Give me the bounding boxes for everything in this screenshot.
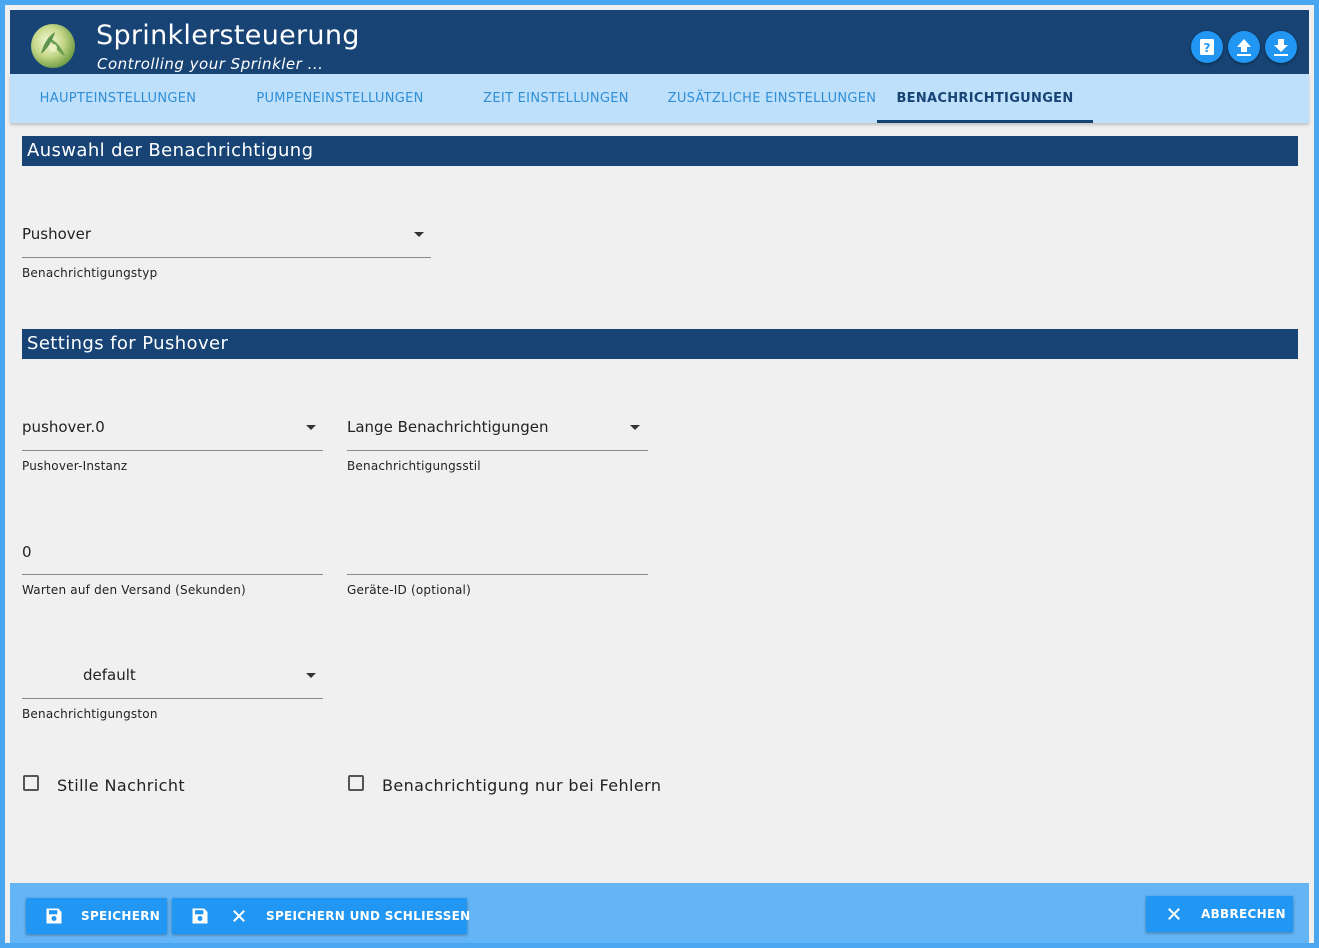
save-and-close-label: SPEICHERN UND SCHLIESSEN	[266, 909, 471, 923]
cancel-button-label: ABBRECHEN	[1201, 907, 1286, 921]
chevron-down-icon	[306, 673, 316, 678]
floppy-disk-icon	[192, 908, 208, 924]
tab-pumpeneinstellungen[interactable]: PUMPENEINSTELLUNGEN	[232, 74, 448, 123]
svg-text:?: ?	[1204, 41, 1211, 55]
close-icon	[1168, 908, 1180, 920]
section-pushover-settings-title: Settings for Pushover	[22, 329, 1298, 359]
download-button[interactable]	[1265, 31, 1297, 63]
tab-benachrichtigungen[interactable]: BENACHRICHTIGUNGEN	[877, 74, 1093, 123]
field-underline	[347, 574, 648, 575]
save-button[interactable]: SPEICHERN	[26, 898, 167, 934]
field-underline	[22, 257, 431, 258]
app-subtitle: Controlling your Sprinkler ...	[97, 55, 324, 73]
notification-sound-select[interactable]: default Benachrichtigungston	[22, 666, 323, 726]
field-underline	[347, 450, 648, 451]
device-id-label: Geräte-ID (optional)	[347, 583, 471, 597]
tab-zeit-einstellungen[interactable]: ZEIT EINSTELLUNGEN	[448, 74, 664, 123]
tab-bar: HAUPTEINSTELLUNGEN PUMPENEINSTELLUNGEN Z…	[10, 74, 1309, 123]
notification-type-label: Benachrichtigungstyp	[22, 266, 158, 280]
tab-haupteinstellungen[interactable]: HAUPTEINSTELLUNGEN	[20, 74, 216, 123]
field-underline	[22, 574, 323, 575]
download-icon	[1274, 39, 1288, 56]
notification-sound-value: default	[83, 666, 136, 684]
save-button-label: SPEICHERN	[81, 909, 161, 923]
send-delay-input[interactable]: 0 Warten auf den Versand (Sekunden)	[22, 543, 323, 603]
notification-sound-label: Benachrichtigungston	[22, 707, 158, 721]
dialog-frame: Sprinklersteuerung Controlling your Spri…	[5, 5, 1314, 943]
upload-icon	[1237, 39, 1251, 56]
active-tab-indicator	[877, 120, 1093, 123]
chevron-down-icon	[306, 425, 316, 430]
floppy-disk-icon	[46, 908, 62, 924]
dialog-footer: SPEICHERN SPEICHERN UND SCHLIESSEN ABBRE…	[10, 883, 1309, 943]
save-and-close-button[interactable]: SPEICHERN UND SCHLIESSEN	[172, 898, 470, 934]
chevron-down-icon	[414, 232, 424, 237]
upload-button[interactable]	[1228, 31, 1260, 63]
field-underline	[22, 698, 323, 699]
pushover-instance-value: pushover.0	[22, 418, 105, 436]
notification-style-value: Lange Benachrichtigungen	[347, 418, 549, 436]
send-delay-label: Warten auf den Versand (Sekunden)	[22, 583, 246, 597]
chevron-down-icon	[630, 425, 640, 430]
help-button[interactable]: ?	[1191, 31, 1223, 63]
send-delay-value: 0	[22, 543, 32, 561]
help-book-icon: ?	[1200, 39, 1214, 55]
cancel-button[interactable]: ABBRECHEN	[1146, 896, 1293, 932]
silent-message-checkbox[interactable]	[23, 775, 39, 791]
sprinkler-logo	[31, 24, 75, 68]
app-header: Sprinklersteuerung Controlling your Spri…	[10, 10, 1309, 79]
errors-only-checkbox[interactable]	[348, 775, 364, 791]
pushover-instance-label: Pushover-Instanz	[22, 459, 128, 473]
pushover-instance-select[interactable]: pushover.0 Pushover-Instanz	[22, 418, 323, 478]
errors-only-label[interactable]: Benachrichtigung nur bei Fehlern	[382, 776, 661, 795]
notification-style-label: Benachrichtigungsstil	[347, 459, 481, 473]
notification-style-select[interactable]: Lange Benachrichtigungen Benachrichtigun…	[347, 418, 648, 478]
tab-zusaetzliche-einstellungen[interactable]: ZUSÄTZLICHE EINSTELLUNGEN	[664, 74, 880, 123]
close-icon	[233, 910, 245, 922]
field-underline	[22, 450, 323, 451]
silent-message-label[interactable]: Stille Nachricht	[57, 776, 185, 795]
notification-type-select[interactable]: Pushover Benachrichtigungstyp	[22, 225, 431, 285]
app-title: Sprinklersteuerung	[96, 20, 360, 51]
device-id-input[interactable]: Geräte-ID (optional)	[347, 543, 648, 603]
notification-type-value: Pushover	[22, 225, 92, 243]
section-notification-selection-title: Auswahl der Benachrichtigung	[22, 136, 1298, 166]
